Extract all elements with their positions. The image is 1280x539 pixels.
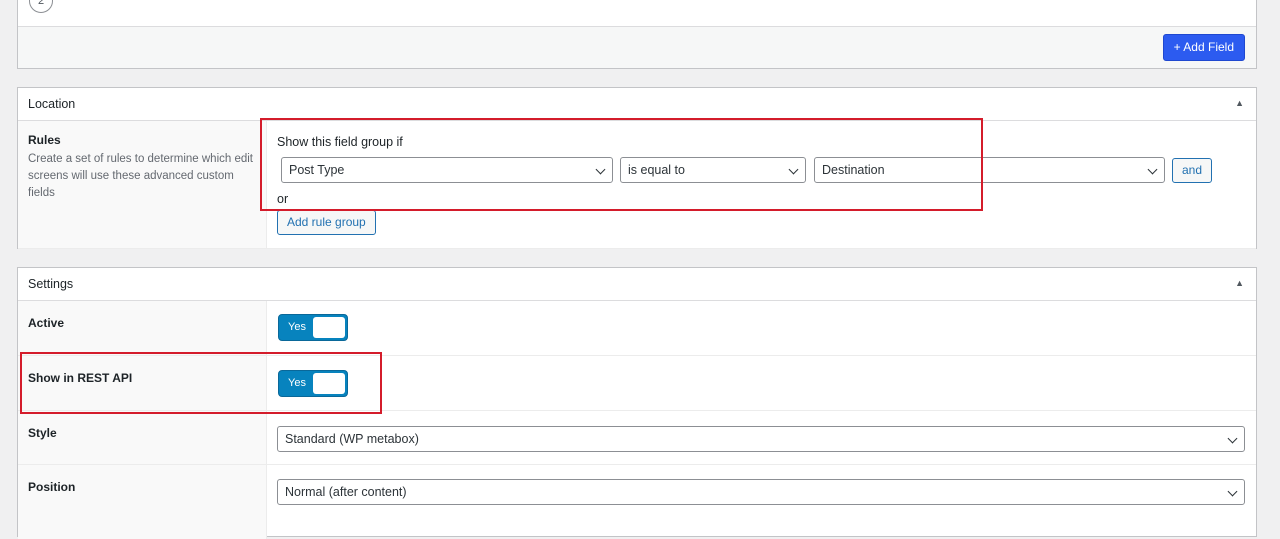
toggle-knob: [313, 317, 345, 338]
position-select-value: Normal (after content): [285, 485, 407, 499]
field-list: 2: [18, 0, 1256, 27]
fields-footer: + Add Field: [18, 27, 1256, 68]
rules-description: Create a set of rules to determine which…: [28, 153, 254, 199]
rest-api-label: Show in REST API: [28, 371, 133, 385]
rule-operator-select[interactable]: is equal to: [620, 157, 806, 183]
style-row: Style Standard (WP metabox): [18, 411, 1256, 465]
fields-panel: 2 + Add Field: [17, 0, 1257, 69]
rule-param-select[interactable]: Post Type: [281, 157, 613, 183]
add-field-button[interactable]: + Add Field: [1162, 34, 1245, 61]
rules-row: Rules Create a set of rules to determine…: [18, 121, 1256, 249]
chevron-down-icon: [595, 164, 606, 175]
collapse-arrow-icon[interactable]: ▲: [1235, 98, 1244, 108]
rest-api-row: Show in REST API Yes: [18, 356, 1256, 411]
settings-header[interactable]: Settings ▲: [18, 268, 1256, 301]
active-label-cell: Active: [18, 301, 267, 355]
rule-operator-value: is equal to: [628, 163, 685, 177]
active-label: Active: [28, 316, 65, 330]
rules-label: Rules: [28, 133, 61, 147]
collapse-arrow-icon[interactable]: ▲: [1235, 278, 1244, 288]
show-if-text: Show this field group if: [277, 135, 403, 149]
chevron-down-icon: [1227, 486, 1238, 497]
active-toggle-text: Yes: [288, 321, 306, 333]
rules-label-cell: Rules Create a set of rules to determine…: [18, 121, 267, 248]
rest-api-input-cell: Yes: [268, 356, 1256, 410]
rules-input-cell: Show this field group if Post Type is eq…: [268, 121, 1256, 248]
style-label: Style: [28, 426, 57, 440]
active-toggle[interactable]: Yes: [278, 314, 348, 341]
location-title: Location: [28, 97, 76, 111]
chevron-down-icon: [1147, 164, 1158, 175]
location-panel: Location ▲ Rules Create a set of rules t…: [17, 87, 1257, 249]
style-select[interactable]: Standard (WP metabox): [277, 426, 1245, 452]
and-button[interactable]: and: [1172, 158, 1213, 183]
position-select[interactable]: Normal (after content): [277, 479, 1245, 505]
field-order-number: 2: [29, 0, 53, 13]
chevron-down-icon: [788, 164, 799, 175]
active-input-cell: Yes: [268, 301, 1256, 355]
location-header[interactable]: Location ▲: [18, 88, 1256, 121]
settings-title: Settings: [28, 277, 74, 291]
rule-value-select[interactable]: Destination: [814, 157, 1165, 183]
settings-panel: Settings ▲ Active Yes Show in REST API Y…: [17, 267, 1257, 539]
rest-api-toggle-text: Yes: [288, 377, 306, 389]
rule-param-value: Post Type: [289, 163, 345, 177]
rule-value-value: Destination: [822, 163, 885, 177]
rest-api-toggle[interactable]: Yes: [278, 370, 348, 397]
rest-api-label-cell: Show in REST API: [18, 356, 267, 410]
style-select-value: Standard (WP metabox): [285, 432, 419, 446]
position-input-cell: Normal (after content): [268, 465, 1256, 539]
add-rule-group-button[interactable]: Add rule group: [277, 210, 376, 235]
active-row: Active Yes: [18, 301, 1256, 356]
style-label-cell: Style: [18, 411, 267, 464]
position-label: Position: [28, 480, 76, 494]
position-row: Position Normal (after content): [18, 465, 1256, 539]
position-label-cell: Position: [18, 465, 267, 539]
chevron-down-icon: [1227, 433, 1238, 444]
or-text: or: [277, 192, 289, 206]
toggle-knob: [313, 373, 345, 394]
style-input-cell: Standard (WP metabox): [268, 411, 1256, 464]
